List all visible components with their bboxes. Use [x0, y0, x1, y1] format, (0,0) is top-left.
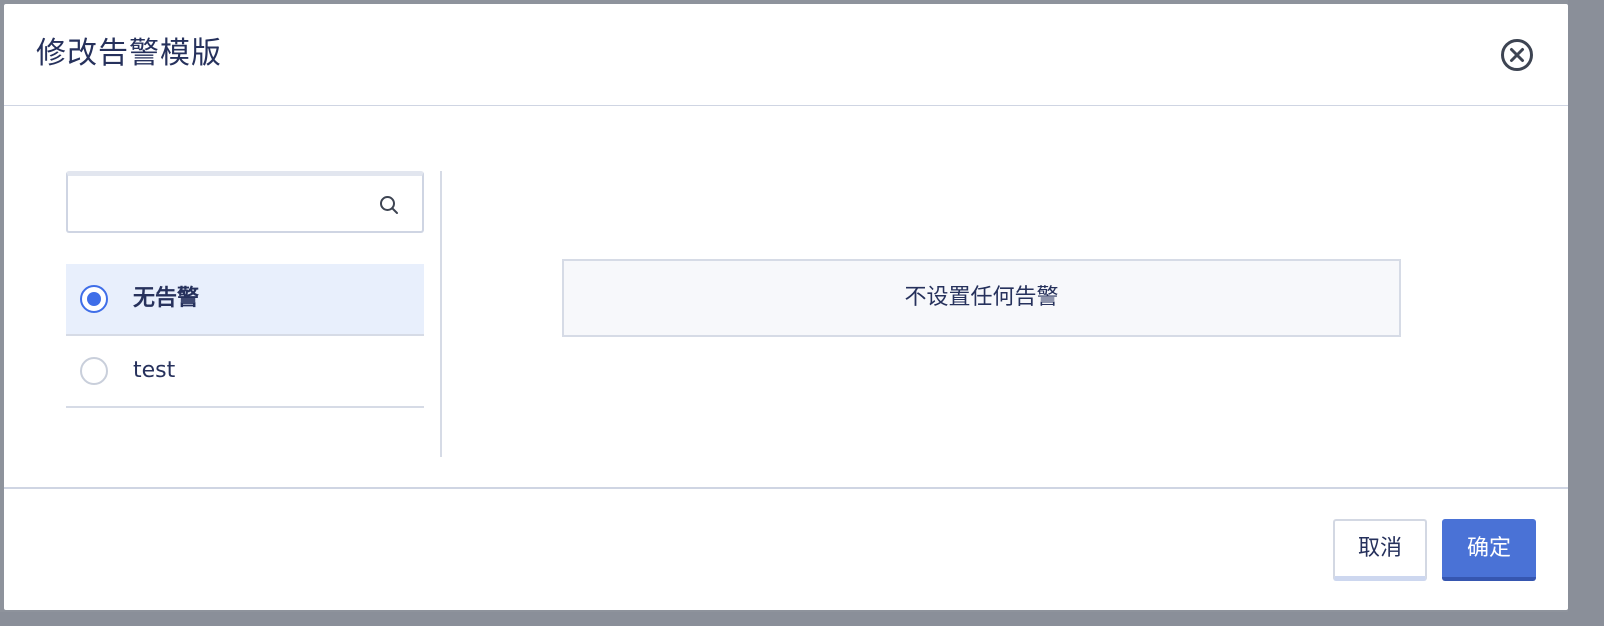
template-search-input[interactable] [76, 182, 366, 222]
template-option-test[interactable]: test [66, 336, 424, 408]
overlay-backdrop-bottom [0, 612, 1604, 626]
cancel-button[interactable]: 取消 [1333, 519, 1427, 581]
option-label: 无告警 [133, 286, 200, 311]
panel-divider [440, 171, 442, 457]
search-icon[interactable] [378, 194, 400, 216]
overlay-backdrop [1568, 0, 1604, 626]
template-preview-text: 不设置任何告警 [904, 285, 1059, 310]
radio-button[interactable] [80, 357, 108, 385]
confirm-button[interactable]: 确定 [1442, 519, 1536, 581]
edit-alert-template-dialog: 修改告警模版 无告警 test 不设置任何告警 取消 确定 [4, 4, 1568, 610]
template-option-list: 无告警 test [66, 264, 424, 408]
template-search-box [66, 171, 424, 233]
template-preview-box: 不设置任何告警 [562, 259, 1401, 337]
dialog-footer: 取消 确定 [4, 487, 1568, 610]
close-circle-icon [1501, 39, 1533, 71]
option-label: test [133, 358, 176, 383]
radio-dot [87, 292, 101, 306]
template-option-no-alert[interactable]: 无告警 [66, 264, 424, 336]
dialog-body: 无告警 test 不设置任何告警 [4, 107, 1568, 488]
dialog-header: 修改告警模版 [4, 4, 1568, 106]
close-button[interactable] [1500, 38, 1534, 72]
dialog-title: 修改告警模版 [36, 36, 222, 71]
radio-button-selected[interactable] [80, 285, 108, 313]
